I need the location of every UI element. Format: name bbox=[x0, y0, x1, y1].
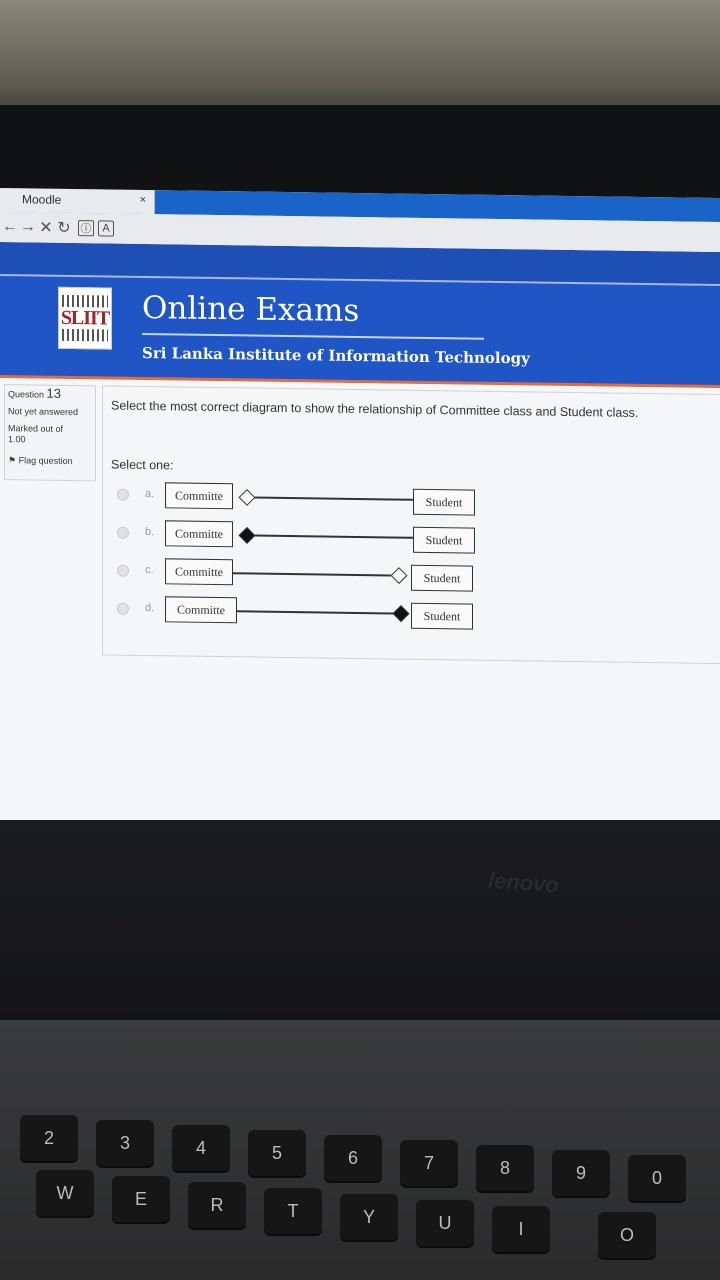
keyboard-key[interactable]: 8 bbox=[476, 1145, 534, 1191]
keyboard-key[interactable]: 9 bbox=[552, 1150, 610, 1196]
laptop-keyboard: 2 3 4 5 6 7 8 9 0 W E R T Y U I O bbox=[0, 1020, 720, 1280]
select-one-prompt: Select one: bbox=[111, 457, 174, 473]
stop-icon[interactable]: ✕ bbox=[38, 218, 54, 238]
site-subtitle: Sri Lanka Institute of Information Techn… bbox=[142, 343, 530, 368]
logo-text: SLIIT bbox=[60, 306, 110, 330]
option-letter: b. bbox=[145, 526, 155, 539]
flag-question-link[interactable]: ⚑ Flag question bbox=[8, 455, 92, 467]
answer-option-c[interactable]: c. Committe Student bbox=[103, 554, 720, 597]
question-formulation: Select the most correct diagram to show … bbox=[102, 385, 720, 665]
question-info-panel: Question 13 Not yet answered Marked out … bbox=[4, 384, 96, 482]
reload-icon[interactable]: ↻ bbox=[56, 218, 72, 238]
flag-icon: ⚑ bbox=[8, 455, 17, 466]
uml-class-student: Student bbox=[413, 526, 475, 554]
association-line bbox=[237, 610, 395, 615]
keyboard-key[interactable]: T bbox=[264, 1188, 322, 1234]
background-wall bbox=[0, 0, 720, 120]
answer-option-a[interactable]: a. Committe Student bbox=[103, 478, 720, 521]
radio-button[interactable] bbox=[117, 564, 129, 577]
uml-class-committee: Committe bbox=[165, 558, 233, 586]
uml-class-student: Student bbox=[411, 564, 473, 592]
screen-bezel-bottom bbox=[0, 820, 720, 1020]
question-number-value: 13 bbox=[46, 385, 62, 401]
logo-grid-icon bbox=[62, 294, 108, 308]
keyboard-key[interactable]: 6 bbox=[324, 1135, 382, 1181]
question-text: Select the most correct diagram to show … bbox=[111, 398, 639, 420]
answer-option-d[interactable]: d. Committe Student bbox=[103, 592, 720, 635]
answer-option-b[interactable]: b. Committe Student bbox=[103, 516, 720, 559]
association-line bbox=[233, 572, 391, 577]
option-letter: d. bbox=[145, 602, 155, 615]
page-content: Question 13 Not yet answered Marked out … bbox=[0, 378, 720, 859]
forward-arrow-icon[interactable]: → bbox=[20, 218, 36, 236]
uml-class-student: Student bbox=[413, 488, 475, 516]
filled-diamond-icon bbox=[392, 605, 410, 623]
radio-button[interactable] bbox=[117, 488, 129, 501]
keyboard-key[interactable]: Y bbox=[340, 1194, 398, 1240]
option-letter: a. bbox=[145, 488, 155, 501]
question-label: Question bbox=[8, 389, 45, 400]
laptop-brand-logo: lenovo bbox=[487, 867, 560, 898]
title-divider bbox=[142, 332, 484, 340]
laptop-screen: Moodle × ← → ✕ ↻ ⓘ A SLIIT Online Exams … bbox=[0, 188, 720, 859]
radio-button[interactable] bbox=[117, 526, 129, 539]
keyboard-key[interactable]: W bbox=[36, 1170, 94, 1216]
keyboard-key[interactable]: I bbox=[492, 1206, 550, 1252]
keyboard-key[interactable]: E bbox=[112, 1176, 170, 1222]
option-letter: c. bbox=[145, 564, 154, 577]
logo-grid-icon bbox=[62, 328, 108, 342]
question-number: Question 13 bbox=[8, 385, 92, 401]
back-arrow-icon[interactable]: ← bbox=[2, 218, 18, 236]
keyboard-key[interactable]: U bbox=[416, 1200, 474, 1246]
association-line bbox=[255, 496, 413, 501]
tab-close-icon[interactable]: × bbox=[140, 194, 146, 206]
uml-class-committee: Committe bbox=[165, 596, 237, 624]
uml-class-committee: Committe bbox=[165, 520, 233, 548]
reader-icon[interactable]: A bbox=[98, 220, 114, 237]
info-icon[interactable]: ⓘ bbox=[78, 220, 94, 237]
question-state: Not yet answered bbox=[8, 406, 79, 418]
browser-tab[interactable]: Moodle × bbox=[0, 188, 155, 215]
association-line bbox=[255, 534, 413, 539]
filled-diamond-icon bbox=[238, 526, 256, 544]
site-header: SLIIT Online Exams Sri Lanka Institute o… bbox=[0, 276, 720, 389]
keyboard-key[interactable]: 0 bbox=[628, 1155, 686, 1201]
marked-out-of-value: 1.00 bbox=[8, 434, 26, 445]
keyboard-key[interactable]: 4 bbox=[172, 1125, 230, 1171]
uml-class-student: Student bbox=[411, 602, 473, 630]
keyboard-key[interactable]: 7 bbox=[400, 1140, 458, 1186]
sliit-logo[interactable]: SLIIT bbox=[58, 286, 112, 350]
keyboard-key[interactable]: R bbox=[188, 1182, 246, 1228]
radio-button[interactable] bbox=[117, 602, 129, 615]
hollow-diamond-icon bbox=[390, 567, 408, 585]
hollow-diamond-icon bbox=[238, 488, 256, 506]
uml-class-committee: Committe bbox=[165, 482, 233, 510]
flag-question-label: Flag question bbox=[18, 455, 73, 467]
keyboard-key[interactable]: 5 bbox=[248, 1130, 306, 1176]
keyboard-key[interactable]: 2 bbox=[20, 1115, 78, 1161]
tab-title: Moodle bbox=[22, 192, 62, 207]
site-title: Online Exams bbox=[142, 289, 360, 330]
keyboard-key[interactable]: O bbox=[598, 1212, 656, 1258]
keyboard-key[interactable]: 3 bbox=[96, 1120, 154, 1166]
